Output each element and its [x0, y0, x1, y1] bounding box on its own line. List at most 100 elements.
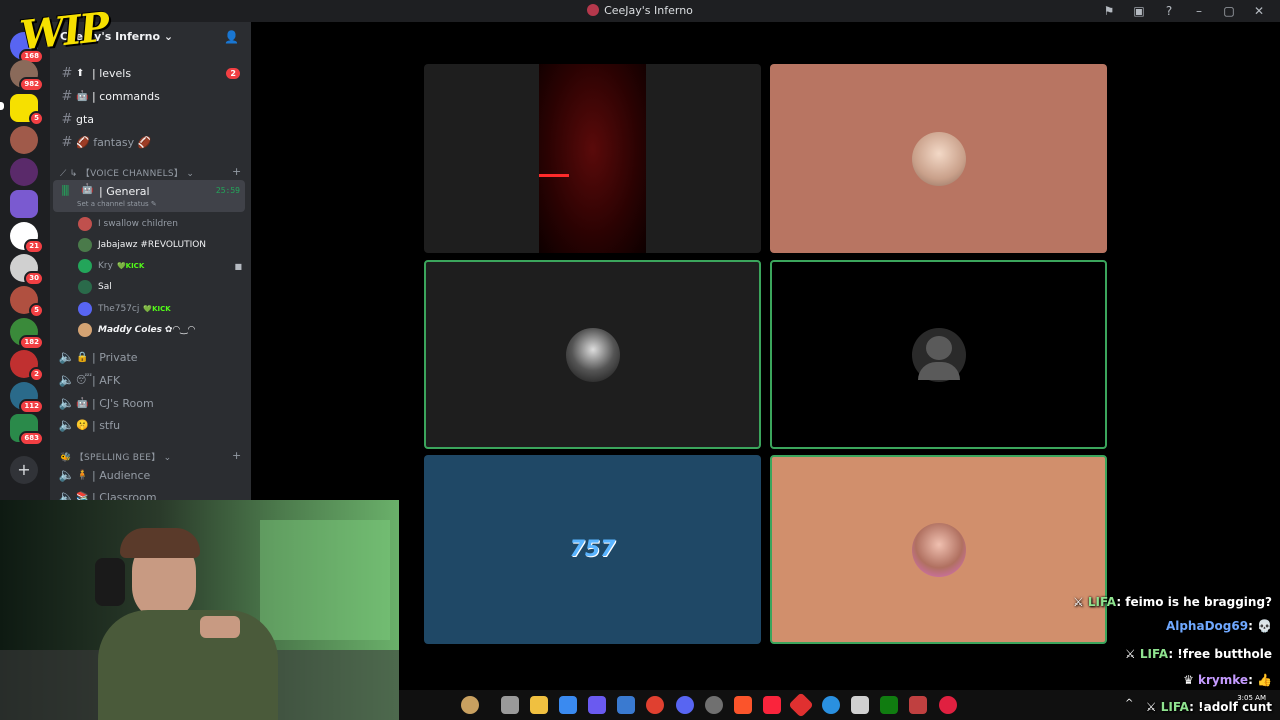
video-tile[interactable]: 757 — [424, 455, 761, 644]
store-icon[interactable] — [617, 696, 635, 714]
channel-label: | commands — [92, 89, 160, 103]
video-tile-speaking[interactable] — [770, 260, 1107, 449]
app-icon[interactable] — [909, 696, 927, 714]
channel-emoji: 🤖 — [76, 397, 89, 409]
channel-status-prompt[interactable]: Set a channel status ✎ — [77, 200, 157, 208]
voice-channel-label: | General — [99, 185, 150, 198]
add-server-icon[interactable]: + — [10, 456, 38, 484]
chat-text: : — [1248, 673, 1253, 687]
chat-message: AlphaDog69: 💀 — [1165, 619, 1272, 633]
default-avatar-icon — [911, 327, 966, 382]
channel-emoji: 🤫 — [76, 419, 89, 431]
app-icon[interactable] — [851, 696, 869, 714]
voice-member[interactable]: The757cj 💚KICK — [78, 300, 246, 318]
chat-username: LIFA — [1160, 700, 1190, 714]
video-tile-speaking[interactable] — [424, 260, 761, 449]
member-name: The757cj — [98, 304, 140, 314]
opera-icon[interactable] — [939, 696, 957, 714]
server-icon[interactable]: 112 — [10, 382, 44, 414]
channel-fantasy[interactable]: # 🏈 fantasy 🏈 — [58, 132, 244, 152]
server-icon[interactable]: 683 — [10, 414, 44, 446]
server-badge: 30 — [24, 271, 44, 286]
voice-channel-private[interactable]: 🔈 🔒 | Private — [58, 347, 244, 367]
maximize-button[interactable]: ▢ — [1214, 2, 1244, 20]
voice-channel-cjs-room[interactable]: 🔈 🤖 | CJ's Room — [58, 393, 244, 413]
minimize-button[interactable]: – — [1184, 2, 1214, 20]
voice-member[interactable]: I swallow children — [78, 215, 246, 233]
avatar — [78, 259, 92, 273]
video-tile[interactable] — [770, 64, 1107, 253]
channel-commands[interactable]: # 🤖 | commands — [58, 86, 244, 106]
channel-label: gta — [76, 112, 95, 126]
chat-message: ⚔ LIFA: !adolf cunt — [1145, 700, 1272, 714]
server-icon[interactable]: 21 — [10, 222, 44, 254]
avatar — [565, 327, 620, 382]
avatar — [78, 323, 92, 337]
server-icon[interactable]: 982 — [10, 60, 44, 92]
close-button[interactable]: ✕ — [1244, 2, 1274, 20]
add-channel-icon[interactable]: + — [232, 165, 242, 178]
channel-label: | Private — [92, 350, 138, 364]
server-icon[interactable]: 5 — [10, 94, 44, 126]
voice-channel-stfu[interactable]: 🔈 🤫 | stfu — [58, 415, 244, 435]
webcam-overlay — [0, 500, 399, 720]
streamer-shirt — [98, 610, 278, 720]
voice-timer: 25:59 — [215, 186, 240, 195]
voice-member[interactable]: Jabajawz #REVOLUTION — [78, 236, 246, 254]
edge-icon[interactable] — [822, 696, 840, 714]
chrome-icon[interactable] — [646, 696, 664, 714]
member-name: Kry — [98, 261, 113, 271]
server-icon[interactable]: 30 — [10, 254, 44, 286]
server-badge: 683 — [19, 431, 44, 446]
channel-sidebar: CeeJay's Inferno ⌄ 👤 # ⬆ | levels 2 # 🤖 | com… — [50, 22, 251, 500]
obs-icon[interactable] — [705, 696, 723, 714]
channel-label: | stfu — [92, 418, 121, 432]
file-explorer-icon[interactable] — [530, 696, 548, 714]
invite-members-icon[interactable]: 👤 — [224, 30, 239, 44]
teams-icon[interactable] — [588, 696, 606, 714]
add-channel-icon[interactable]: + — [232, 449, 242, 462]
video-tile-speaking[interactable] — [770, 455, 1107, 644]
channel-levels[interactable]: # ⬆ | levels 2 — [58, 63, 244, 83]
avatar-757-logo: 757 — [569, 536, 616, 562]
voice-member[interactable]: Sal — [78, 278, 246, 296]
server-icon[interactable] — [10, 158, 38, 186]
server-icon[interactable]: 2 — [10, 350, 44, 382]
server-icon[interactable] — [10, 126, 38, 154]
avatar — [78, 217, 92, 231]
video-tile[interactable] — [424, 64, 761, 253]
flag-icon[interactable]: ⚑ — [1094, 2, 1124, 20]
voice-member[interactable]: Kry 💚KICK ■ — [78, 257, 246, 275]
xbox-icon[interactable] — [880, 696, 898, 714]
app-icon[interactable] — [788, 692, 814, 718]
channel-emoji: 🔒 — [76, 351, 89, 363]
widget-icon[interactable] — [461, 696, 479, 714]
speaker-icon: 🔈 — [58, 489, 76, 501]
voice-member[interactable]: 𝙈𝙖𝙙𝙙𝙮 𝘾𝙤𝙡𝙚𝙨 ✿◠‿◠ — [78, 321, 246, 339]
help-icon[interactable]: ? — [1154, 2, 1184, 20]
copilot-icon[interactable] — [559, 696, 577, 714]
server-badge: 21 — [24, 239, 44, 254]
music-icon[interactable] — [763, 696, 781, 714]
microphone-icon — [95, 558, 125, 606]
server-icon[interactable] — [10, 190, 38, 218]
task-view-icon[interactable] — [501, 696, 519, 714]
voice-channel-classroom[interactable]: 🔈 📚 | Classroom — [58, 487, 244, 501]
inbox-icon[interactable]: ▣ — [1124, 2, 1154, 20]
wip-overlay-logo: WIP — [17, 3, 110, 60]
discord-icon[interactable] — [676, 696, 694, 714]
avatar — [911, 522, 966, 577]
server-logo-icon — [587, 4, 600, 16]
voice-channel-afk[interactable]: 🔈 😴 | AFK — [58, 370, 244, 390]
server-badge: 182 — [19, 335, 44, 350]
voice-category-header[interactable]: ⟋ ↳ 【VOICE CHANNELS】 ⌄ + — [60, 165, 241, 179]
channel-gta[interactable]: # gta — [58, 109, 244, 129]
voice-channel-general[interactable]: |||| 🤖 | General 25:59 Set a channel sta… — [53, 180, 245, 212]
brave-icon[interactable] — [734, 696, 752, 714]
voice-channel-audience[interactable]: 🔈 🧍 | Audience — [58, 465, 244, 485]
server-icon[interactable]: 5 — [10, 286, 44, 318]
spelling-category-header[interactable]: 🐝 【SPELLING BEE】 ⌄ + — [60, 449, 241, 463]
channel-label: | AFK — [92, 373, 121, 387]
chat-text: : — [1248, 619, 1253, 633]
server-icon[interactable]: 182 — [10, 318, 44, 350]
